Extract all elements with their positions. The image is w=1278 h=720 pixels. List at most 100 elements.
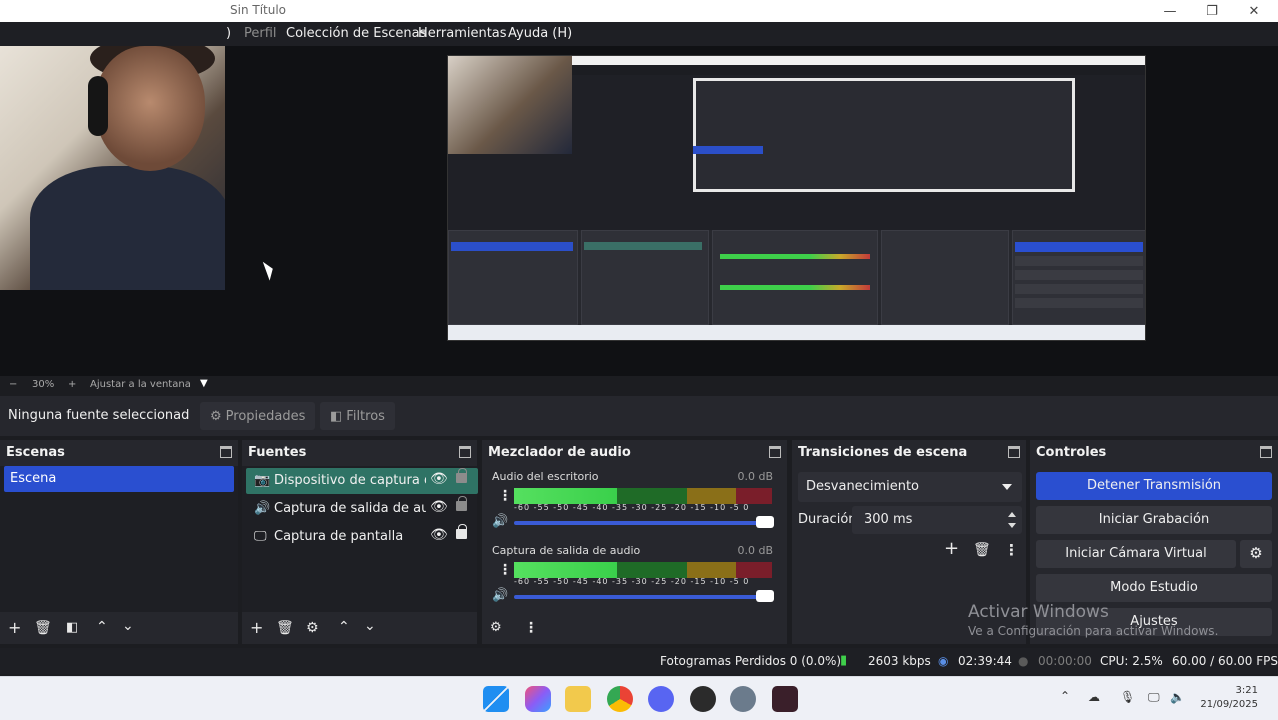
- microphone-icon[interactable]: 🎙: [1120, 690, 1135, 704]
- discord-icon[interactable]: [648, 686, 674, 712]
- slider-knob[interactable]: [756, 516, 774, 528]
- spin-down-icon[interactable]: [1008, 523, 1016, 528]
- undock-icon[interactable]: [220, 446, 232, 458]
- stream-time: 02:39:44: [958, 654, 1012, 668]
- eye-icon[interactable]: 👁: [430, 527, 448, 543]
- stream-icon: ◉: [938, 654, 949, 668]
- transition-select[interactable]: Desvanecimiento: [798, 472, 1022, 502]
- source-item-video-capture[interactable]: 📷 Dispositivo de captura de v 👁: [246, 468, 478, 494]
- kebab-menu-icon[interactable]: ⋮: [498, 562, 512, 578]
- filter-icon[interactable]: ◧: [66, 620, 78, 636]
- status-bar: Fotogramas Perdidos 0 (0.0%) ▮ 2603 kbps…: [0, 648, 1278, 674]
- lock-icon[interactable]: [456, 468, 467, 483]
- menu-item-profile[interactable]: Perfil: [244, 26, 277, 41]
- meter-level: [514, 562, 618, 578]
- kebab-menu-icon[interactable]: ⋮: [1004, 542, 1019, 558]
- undock-icon[interactable]: [769, 446, 781, 458]
- add-icon[interactable]: +: [250, 620, 263, 636]
- maximize-button[interactable]: ❐: [1190, 0, 1234, 22]
- speaker-icon[interactable]: 🔊: [492, 514, 508, 529]
- signal-bars-icon: ▮: [840, 653, 848, 668]
- mouse-cursor-icon: [262, 259, 277, 281]
- add-icon[interactable]: +: [8, 620, 21, 636]
- watermark-subtitle: Ve a Configuración para activar Windows.: [968, 624, 1219, 638]
- cloud-icon[interactable]: ☁: [1088, 690, 1100, 704]
- studio-mode-button[interactable]: Modo Estudio: [1036, 574, 1272, 602]
- menu-item-help[interactable]: Ayuda (H): [508, 26, 572, 41]
- controls-title: Controles: [1036, 445, 1107, 460]
- eye-icon[interactable]: 👁: [430, 471, 448, 487]
- close-button[interactable]: ✕: [1232, 0, 1276, 22]
- filter-icon: ◧: [330, 408, 343, 424]
- eye-icon[interactable]: 👁: [430, 499, 448, 515]
- volume-slider[interactable]: [514, 590, 774, 602]
- transitions-body: Desvanecimiento Duración 300 ms + 🗑 ⋮: [792, 466, 1026, 612]
- kebab-menu-icon[interactable]: ⋮: [524, 620, 538, 636]
- slider-knob[interactable]: [756, 590, 774, 602]
- start-icon[interactable]: [483, 686, 509, 712]
- add-icon[interactable]: +: [944, 540, 959, 558]
- undock-icon[interactable]: [1260, 446, 1272, 458]
- copilot-icon[interactable]: [525, 686, 551, 712]
- advanced-audio-icon[interactable]: ⚙: [490, 620, 502, 636]
- obs-icon[interactable]: [690, 686, 716, 712]
- menu-item-partial[interactable]: ): [226, 26, 231, 41]
- filters-button[interactable]: ◧ Filtros: [320, 402, 395, 430]
- stop-stream-button[interactable]: Detener Transmisión: [1036, 472, 1272, 500]
- file-explorer-icon[interactable]: [565, 686, 591, 712]
- fit-to-window-label: Ajustar a la ventana: [90, 379, 191, 390]
- source-item-audio-output[interactable]: 🔊 Captura de salida de audio 👁: [246, 496, 478, 522]
- start-virtual-camera-button[interactable]: Iniciar Cámara Virtual: [1036, 540, 1236, 568]
- source-item-screen-capture[interactable]: 🖵 Captura de pantalla 👁: [246, 524, 478, 550]
- virtual-camera-settings-button[interactable]: ⚙: [1240, 540, 1272, 568]
- duration-input[interactable]: 300 ms: [852, 506, 1022, 534]
- properties-button[interactable]: ⚙ Propiedades: [200, 402, 316, 430]
- move-down-icon[interactable]: ⌄: [122, 618, 134, 634]
- lock-icon[interactable]: [456, 524, 467, 539]
- nested-taskbar: [448, 325, 1145, 340]
- spin-up-icon[interactable]: [1008, 512, 1016, 517]
- minimize-button[interactable]: —: [1148, 0, 1192, 22]
- menu-item-scene-collection[interactable]: Colección de Escenas: [286, 26, 426, 41]
- scenes-list: Escena: [0, 466, 238, 612]
- windows-taskbar: ⌃ ☁ 🎙 🖵 🔈 3:21 21/09/2025: [0, 676, 1278, 720]
- move-down-icon[interactable]: ⌄: [364, 618, 376, 634]
- undock-icon[interactable]: [1008, 446, 1020, 458]
- zoom-out-button[interactable]: −: [9, 379, 17, 390]
- chevron-down-icon[interactable]: ▼: [200, 378, 208, 389]
- fps: 60.00 / 60.00 FPS: [1172, 654, 1278, 668]
- volume-icon[interactable]: 🔈: [1170, 690, 1185, 704]
- move-up-icon[interactable]: ⌃: [96, 619, 108, 635]
- undock-icon[interactable]: [459, 446, 471, 458]
- capcut-icon[interactable]: [772, 686, 798, 712]
- watermark-title: Activar Windows: [968, 602, 1109, 622]
- trash-icon[interactable]: 🗑: [973, 542, 991, 558]
- source-toolbar: Ninguna fuente seleccionad ⚙ Propiedades…: [0, 396, 1278, 436]
- move-up-icon[interactable]: ⌃: [338, 619, 350, 635]
- network-icon[interactable]: 🖵: [1148, 690, 1160, 705]
- trash-icon[interactable]: 🗑: [276, 620, 294, 636]
- lock-icon[interactable]: [456, 496, 467, 511]
- start-recording-button[interactable]: Iniciar Grabación: [1036, 506, 1272, 534]
- kebab-menu-icon[interactable]: ⋮: [498, 488, 512, 504]
- trash-icon[interactable]: 🗑: [34, 620, 52, 636]
- filters-label: Filtros: [346, 408, 385, 424]
- settings-app-icon[interactable]: [730, 686, 756, 712]
- menu-item-tools[interactable]: Herramientas: [418, 26, 507, 41]
- record-time: 00:00:00: [1038, 654, 1092, 668]
- zoom-in-button[interactable]: +: [68, 379, 76, 390]
- mixer-header: Mezclador de audio: [482, 440, 787, 466]
- chevron-up-icon[interactable]: ⌃: [1060, 689, 1070, 703]
- system-clock[interactable]: 3:21 21/09/2025: [1200, 684, 1258, 712]
- chrome-icon[interactable]: [607, 686, 633, 712]
- source-label: Captura de pantalla: [274, 529, 404, 544]
- gear-icon[interactable]: ⚙: [306, 620, 319, 636]
- zoom-level: 30%: [32, 379, 55, 390]
- speaker-icon[interactable]: 🔊: [492, 588, 508, 603]
- scenes-footer: + 🗑 ◧ ⌃ ⌄: [0, 614, 238, 644]
- scene-item[interactable]: Escena: [4, 466, 234, 492]
- nested-preview: [693, 78, 1075, 192]
- sources-dock: Fuentes 📷 Dispositivo de captura de v 👁 …: [242, 440, 478, 644]
- transitions-header: Transiciones de escena: [792, 440, 1026, 466]
- volume-slider[interactable]: [514, 516, 774, 528]
